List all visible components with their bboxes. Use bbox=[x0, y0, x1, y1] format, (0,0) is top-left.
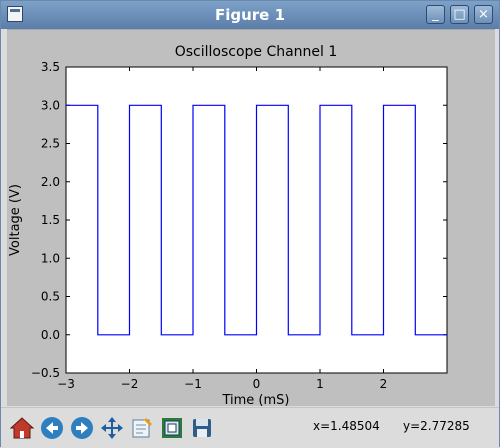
maximize-button[interactable]: □ bbox=[450, 5, 469, 24]
x-coordinate-readout: x=1.48504 bbox=[313, 419, 380, 433]
forward-arrow-icon bbox=[71, 417, 93, 439]
x-tick-label: 1 bbox=[316, 377, 324, 391]
zoom-rect-icon bbox=[132, 418, 152, 438]
back-arrow-icon bbox=[41, 417, 63, 439]
back-button[interactable] bbox=[39, 415, 65, 441]
figure-window: Figure 1 _ □ × −0.5 0.0 0.5 1.0 1.5 2.0 2.5 3.0… bbox=[0, 0, 500, 448]
figure-canvas[interactable]: −0.5 0.0 0.5 1.0 1.5 2.0 2.5 3.0 3.5 −3 −2 −1 0 1 2 O… bbox=[7, 29, 495, 406]
x-tick-label: −2 bbox=[121, 377, 139, 391]
home-icon bbox=[9, 417, 35, 439]
minimize-button[interactable]: _ bbox=[426, 5, 445, 24]
y-tick-label: 1.0 bbox=[41, 251, 60, 265]
y-tick-label: 1.5 bbox=[41, 213, 60, 227]
save-icon bbox=[193, 419, 211, 437]
forward-button[interactable] bbox=[69, 415, 95, 441]
window-title: Figure 1 bbox=[214, 6, 286, 24]
y-axis-label: Voltage (V) bbox=[8, 184, 23, 256]
close-button[interactable]: × bbox=[474, 5, 493, 24]
chart-title: Oscilloscope Channel 1 bbox=[175, 44, 338, 60]
y-tick-label: 2.0 bbox=[41, 175, 60, 189]
y-tick-label: 3.0 bbox=[41, 98, 60, 112]
title-bar[interactable]: Figure 1 _ □ × bbox=[1, 1, 499, 29]
y-tick-label: 0.0 bbox=[41, 328, 60, 342]
pan-button[interactable] bbox=[99, 415, 125, 441]
pan-icon bbox=[101, 417, 123, 439]
subplots-icon bbox=[162, 418, 182, 438]
y-tick-label: −0.5 bbox=[31, 366, 60, 380]
y-tick-label: 0.5 bbox=[41, 290, 60, 304]
x-tick-label: −1 bbox=[184, 377, 202, 391]
x-axis-label: Time (mS) bbox=[221, 393, 289, 406]
chart-svg: −0.5 0.0 0.5 1.0 1.5 2.0 2.5 3.0 3.5 −3 −2 −1 0 1 2 O… bbox=[8, 44, 448, 406]
home-button[interactable] bbox=[9, 415, 35, 441]
y-tick-label: 2.5 bbox=[41, 137, 60, 151]
y-tick-label: 3.5 bbox=[41, 60, 60, 74]
zoom-button[interactable] bbox=[129, 415, 155, 441]
y-coordinate-readout: y=2.77285 bbox=[403, 419, 470, 433]
x-tick-label: −3 bbox=[57, 377, 75, 391]
navigation-toolbar: x=1.48504 y=2.77285 bbox=[1, 407, 499, 448]
save-button[interactable] bbox=[189, 415, 215, 441]
subplots-button[interactable] bbox=[159, 415, 185, 441]
x-tick-label: 0 bbox=[253, 377, 261, 391]
x-tick-label: 2 bbox=[380, 377, 388, 391]
